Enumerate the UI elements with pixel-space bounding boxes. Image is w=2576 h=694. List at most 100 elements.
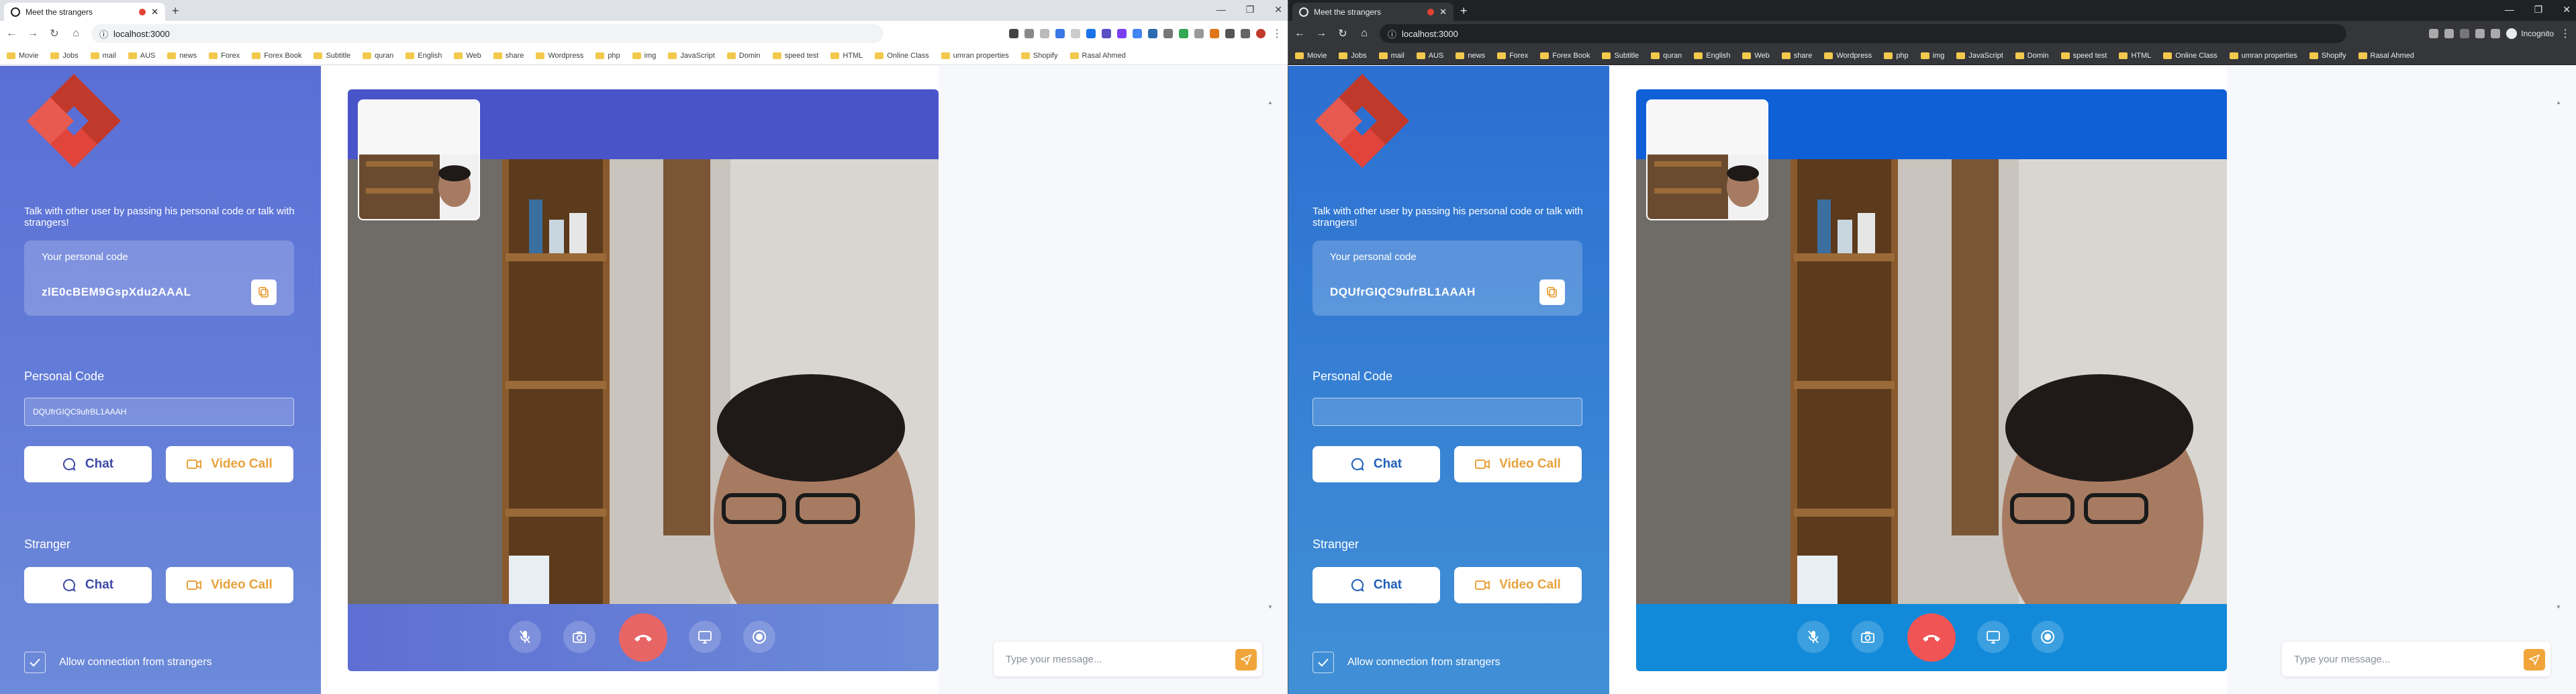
allow-strangers-checkbox[interactable] (24, 652, 46, 673)
bookmark[interactable]: img (632, 52, 656, 60)
bookmark[interactable]: Web (454, 52, 481, 60)
bookmark[interactable]: quran (363, 52, 393, 60)
hang-up-button[interactable] (1907, 613, 1956, 662)
share-icon[interactable] (1024, 29, 1034, 38)
hang-up-button[interactable] (619, 613, 667, 662)
personal-video-call-button[interactable]: Video Call (1454, 446, 1582, 482)
bookmark[interactable]: speed test (772, 52, 818, 60)
bookmark[interactable]: Movie (7, 52, 38, 60)
bookmark[interactable]: news (1456, 52, 1485, 60)
bookmark[interactable]: Wordpress (1824, 52, 1872, 60)
record-button[interactable] (2032, 621, 2064, 653)
send-button[interactable] (2524, 649, 2545, 670)
allow-strangers-row[interactable]: Allow connection from strangers (1313, 652, 1500, 673)
bookmark[interactable]: English (406, 52, 442, 60)
message-input[interactable]: Type your message... (994, 642, 1262, 677)
personal-chat-button[interactable]: Chat (1313, 446, 1440, 482)
bookmark[interactable]: HTML (2119, 52, 2151, 60)
chat-scrollbar[interactable]: ▲ ▼ (2556, 99, 2561, 610)
bookmark[interactable]: Forex (1497, 52, 1528, 60)
close-tab-icon[interactable]: ✕ (1439, 7, 1447, 17)
bookmark[interactable]: share (493, 52, 524, 60)
personal-chat-button[interactable]: Chat (24, 446, 152, 482)
camera-icon[interactable] (1009, 29, 1018, 38)
bookmark[interactable]: Domin (2015, 52, 2049, 60)
bookmark[interactable]: php (595, 52, 620, 60)
bookmark[interactable]: JavaScript (668, 52, 715, 60)
camera-icon[interactable] (2429, 29, 2439, 38)
screen-share-button[interactable] (1977, 621, 2009, 653)
sidebar-icon[interactable] (1241, 29, 1250, 38)
close-window-icon[interactable]: ✕ (1274, 4, 1282, 15)
bookmark[interactable]: Subtitle (314, 52, 350, 60)
restore-icon[interactable]: ❐ (2534, 4, 2543, 15)
puzzle-icon[interactable] (2475, 29, 2485, 38)
bookmark[interactable]: news (167, 52, 197, 60)
metamask-icon[interactable] (1210, 29, 1219, 38)
minimize-icon[interactable]: — (2505, 4, 2514, 15)
extension-icon[interactable] (1133, 29, 1142, 38)
copy-code-button[interactable] (1539, 279, 1565, 305)
bookmark[interactable]: Online Class (2163, 52, 2217, 60)
bookmark[interactable]: Jobs (1339, 52, 1367, 60)
incognito-indicator[interactable]: Incognito (2506, 28, 2554, 39)
close-window-icon[interactable]: ✕ (2563, 4, 2571, 15)
bookmark[interactable]: Rasal Ahmed (2358, 52, 2414, 60)
camera-toggle-button[interactable] (1852, 621, 1884, 653)
bookmark[interactable]: AUS (128, 52, 155, 60)
scroll-up-icon[interactable]: ▲ (2556, 99, 2561, 105)
bookmark[interactable]: Web (1742, 52, 1770, 60)
browser-tab[interactable]: Meet the strangers ✕ (1292, 3, 1453, 21)
bookmark[interactable]: mail (90, 52, 116, 60)
bookmark[interactable]: umran properties (941, 52, 1009, 60)
bookmark[interactable]: Domin (726, 52, 761, 60)
scroll-up-icon[interactable]: ▲ (1268, 99, 1273, 105)
bookmark[interactable]: img (1920, 52, 1944, 60)
record-button[interactable] (743, 621, 775, 653)
scroll-down-icon[interactable]: ▼ (1268, 604, 1273, 610)
bookmark[interactable]: mail (1378, 52, 1404, 60)
bookmark[interactable]: php (1884, 52, 1909, 60)
back-icon[interactable]: ← (1294, 28, 1306, 40)
puzzle-icon[interactable] (1225, 29, 1235, 38)
mute-mic-button[interactable] (509, 621, 541, 653)
reload-icon[interactable]: ↻ (1337, 27, 1349, 40)
reload-icon[interactable]: ↻ (48, 27, 60, 40)
bookmark[interactable]: Subtitle (1602, 52, 1639, 60)
bookmark[interactable]: Shopify (2309, 52, 2346, 60)
bookmark[interactable]: Jobs (50, 52, 79, 60)
stranger-video-call-button[interactable]: Video Call (166, 567, 293, 603)
bookmark[interactable]: umran properties (2229, 52, 2297, 60)
bookmark[interactable]: quran (1651, 52, 1682, 60)
home-icon[interactable]: ⌂ (1358, 28, 1370, 40)
bookmark[interactable]: HTML (830, 52, 863, 60)
extension-icon[interactable] (2460, 29, 2470, 38)
extension-icon[interactable] (1055, 29, 1065, 38)
close-tab-icon[interactable]: ✕ (151, 7, 158, 17)
menu-icon[interactable]: ⋮ (1272, 27, 1282, 40)
message-input[interactable]: Type your message... (2282, 642, 2550, 677)
extension-icon[interactable] (1194, 29, 1204, 38)
extension-icon[interactable] (1163, 29, 1173, 38)
address-bar[interactable]: ⓘ localhost:3000 (1380, 24, 2346, 43)
bookmark[interactable]: Wordpress (536, 52, 583, 60)
extension-icon[interactable] (1071, 29, 1080, 38)
personal-code-input[interactable] (1313, 398, 1582, 426)
star-icon[interactable] (1040, 29, 1049, 38)
menu-icon[interactable]: ⋮ (2560, 27, 2571, 40)
bookmark[interactable]: speed test (2060, 52, 2107, 60)
bookmark[interactable]: Forex (209, 52, 240, 60)
bookmark[interactable]: Shopify (1020, 52, 1058, 60)
mute-mic-button[interactable] (1797, 621, 1829, 653)
extension-icon[interactable] (1102, 29, 1111, 38)
personal-video-call-button[interactable]: Video Call (166, 446, 293, 482)
forward-icon[interactable]: → (27, 28, 39, 40)
bookmark[interactable]: Forex Book (1540, 52, 1590, 60)
bookmark[interactable]: Online Class (875, 52, 929, 60)
copy-code-button[interactable] (251, 279, 277, 305)
allow-strangers-checkbox[interactable] (1313, 652, 1334, 673)
allow-strangers-row[interactable]: Allow connection from strangers (24, 652, 212, 673)
address-bar[interactable]: ⓘ localhost:3000 (91, 24, 884, 43)
browser-tab[interactable]: Meet the strangers ✕ (4, 3, 165, 21)
sidebar-icon[interactable] (2491, 29, 2501, 38)
